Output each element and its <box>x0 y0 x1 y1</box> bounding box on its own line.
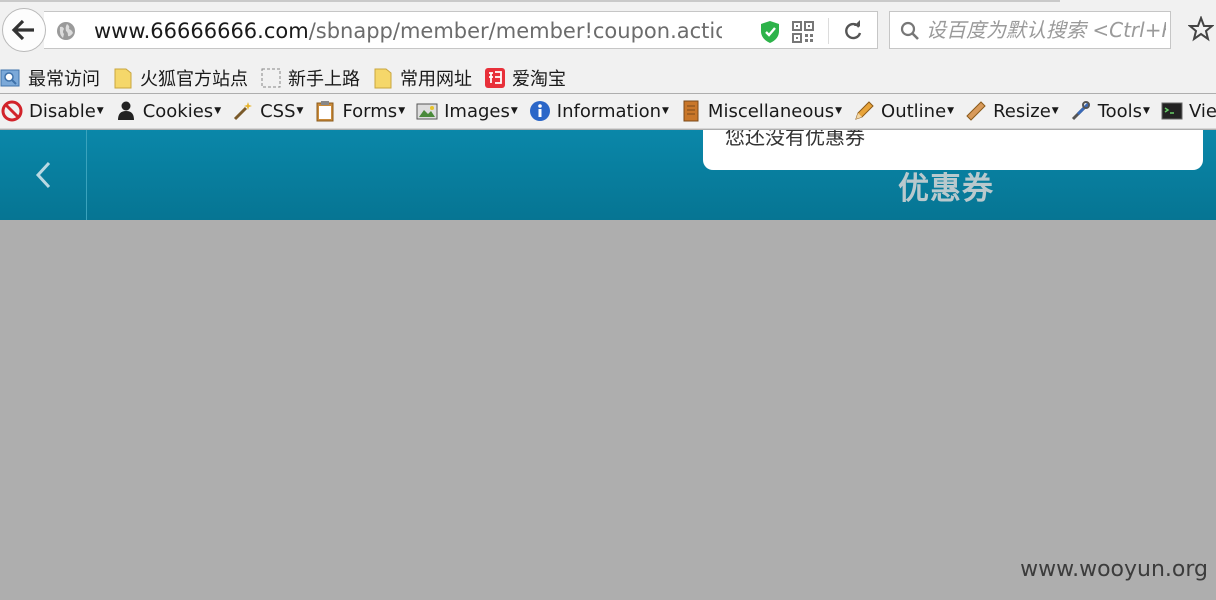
web-developer-toolbar: Disable ▼ Cookies ▼ CSS ▼ Forms ▼ Images ▼ In… <box>0 94 1216 129</box>
browser-navbar: www.66666666.com/sbnapp/member/member!co… <box>0 0 1216 62</box>
url-text[interactable]: www.66666666.com/sbnapp/member/member!co… <box>94 18 722 44</box>
caret-down-icon: ▼ <box>214 106 222 116</box>
page-back-button[interactable] <box>0 130 87 220</box>
url-bar[interactable]: www.66666666.com/sbnapp/member/member!co… <box>44 11 878 49</box>
miscellaneous-icon <box>679 99 703 123</box>
dashed-page-icon <box>260 67 282 89</box>
back-button[interactable] <box>2 8 46 52</box>
dev-menu-label: Cookies <box>142 100 214 122</box>
dev-menu-forms[interactable]: Forms ▼ <box>313 99 405 123</box>
images-icon <box>415 99 439 123</box>
forms-clipboard-icon <box>313 99 337 123</box>
bookmark-label: 火狐官方站点 <box>140 68 248 90</box>
cookies-icon <box>114 99 138 123</box>
search-icon <box>900 21 919 40</box>
caret-down-icon: ▼ <box>835 106 843 116</box>
disable-icon <box>0 99 24 123</box>
toast-text: 您还没有优惠券 <box>725 130 865 149</box>
dev-menu-resize[interactable]: Resize ▼ <box>964 99 1059 123</box>
dev-menu-label: View <box>1188 100 1216 122</box>
dev-menu-disable[interactable]: Disable ▼ <box>0 99 104 123</box>
bookmark-label: 新手上路 <box>288 68 360 90</box>
dev-menu-information[interactable]: Information ▼ <box>528 99 669 123</box>
dev-menu-label: Information <box>556 100 661 122</box>
dev-menu-label: Images <box>444 100 510 122</box>
qr-code-icon[interactable] <box>792 21 814 43</box>
css-wand-icon <box>231 99 255 123</box>
bookmark-ai-taobao[interactable]: 爱淘宝 <box>484 65 566 91</box>
back-arrow-icon <box>11 19 34 41</box>
bookmark-firefox-official[interactable]: 火狐官方站点 <box>112 65 248 91</box>
caret-down-icon: ▼ <box>1051 106 1059 116</box>
caret-down-icon: ▼ <box>510 106 518 116</box>
dev-menu-miscellaneous[interactable]: Miscellaneous ▼ <box>679 99 842 123</box>
information-icon <box>528 99 552 123</box>
dev-menu-label: Miscellaneous <box>707 100 835 122</box>
taobao-icon <box>484 67 506 89</box>
url-path: /sbnapp/member/member!coupon.action?p <box>308 19 722 43</box>
dev-menu-label: Resize <box>993 100 1051 122</box>
bookmark-label: 常用网址 <box>400 68 472 90</box>
dev-menu-label: Forms <box>342 100 398 122</box>
url-host: www.66666666.com <box>94 19 309 43</box>
outline-pencil-icon <box>852 99 876 123</box>
url-separator <box>828 18 829 44</box>
bookmark-label: 爱淘宝 <box>512 68 566 90</box>
caret-down-icon: ▼ <box>296 106 304 116</box>
caret-down-icon: ▼ <box>96 106 104 116</box>
dev-menu-outline[interactable]: Outline ▼ <box>852 99 954 123</box>
dev-menu-label: Disable <box>29 100 96 122</box>
chevron-left-icon <box>35 161 51 189</box>
reload-icon[interactable] <box>842 20 864 42</box>
watermark: www.wooyun.org <box>1020 557 1208 582</box>
search-input[interactable] <box>926 17 1166 43</box>
tools-icon <box>1069 99 1093 123</box>
dev-menu-label: Outline <box>881 100 947 122</box>
search-bar[interactable] <box>889 11 1171 49</box>
bookmark-label: 最常访问 <box>28 68 100 90</box>
bookmark-getting-started[interactable]: 新手上路 <box>260 65 360 91</box>
dev-menu-label: Tools <box>1097 100 1143 122</box>
most-visited-icon <box>0 67 22 89</box>
dev-menu-css[interactable]: CSS ▼ <box>231 99 303 123</box>
shield-icon[interactable] <box>759 20 781 44</box>
caret-down-icon: ▼ <box>662 106 669 116</box>
dev-menu-tools[interactable]: Tools ▼ <box>1069 99 1150 123</box>
folder-icon <box>112 67 134 89</box>
toast-message: 您还没有优惠券 <box>703 130 1203 170</box>
dev-menu-view-source[interactable]: View <box>1160 99 1216 123</box>
tab-strip-edge <box>0 0 1060 2</box>
caret-down-icon: ▼ <box>398 106 406 116</box>
bookmark-most-visited[interactable]: 最常访问 <box>0 65 100 91</box>
dev-menu-label: CSS <box>260 100 296 122</box>
caret-down-icon: ▼ <box>1143 106 1150 116</box>
dev-menu-cookies[interactable]: Cookies ▼ <box>114 99 221 123</box>
bookmarks-bar: 最常访问 火狐官方站点 新手上路 常用网址 爱淘宝 <box>0 62 1216 93</box>
folder-icon <box>372 67 394 89</box>
caret-down-icon: ▼ <box>947 106 955 116</box>
dev-menu-images[interactable]: Images ▼ <box>415 99 518 123</box>
resize-ruler-icon <box>964 99 988 123</box>
view-source-icon <box>1160 99 1184 123</box>
bookmark-common-sites[interactable]: 常用网址 <box>372 65 472 91</box>
globe-icon <box>57 22 75 40</box>
bookmark-star-icon[interactable] <box>1188 16 1214 42</box>
